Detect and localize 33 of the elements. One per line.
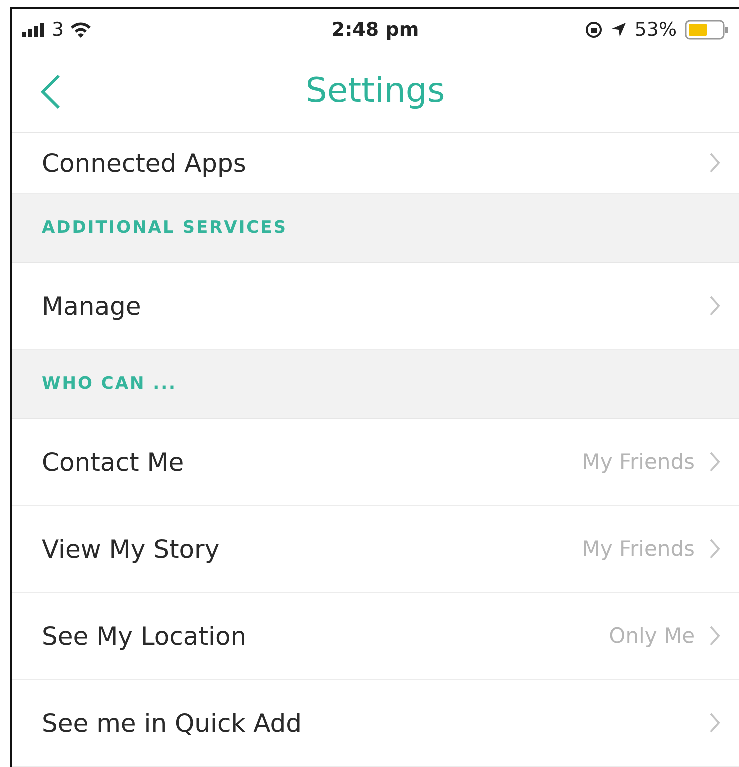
- settings-row[interactable]: See me in Quick Add: [12, 680, 739, 767]
- row-label: Contact Me: [42, 448, 186, 476]
- row-label: Manage: [42, 292, 142, 320]
- rotation-lock-icon: [584, 20, 603, 38]
- location-arrow-icon: [610, 22, 627, 38]
- carrier-name: 3: [52, 18, 64, 40]
- signal-icon: [22, 22, 46, 36]
- section-header-text: ADDITIONAL SERVICES: [42, 218, 288, 238]
- row-label: View My Story: [42, 534, 221, 564]
- status-time: 2:48 pm: [332, 18, 420, 40]
- row-label: Connected Apps: [42, 148, 248, 178]
- battery-icon: [685, 20, 729, 40]
- row-value: My Friends: [582, 450, 695, 474]
- row-label: See My Location: [42, 622, 248, 650]
- page-title: Settings: [306, 71, 446, 111]
- row-value: My Friends: [582, 537, 695, 561]
- settings-row[interactable]: See My Location Only Me: [12, 593, 739, 680]
- wifi-icon: [70, 22, 92, 38]
- row-label: See me in Quick Add: [42, 708, 304, 738]
- chevron-right-icon: [709, 295, 721, 317]
- settings-row[interactable]: Manage: [12, 263, 739, 350]
- back-chevron-icon: [40, 74, 62, 110]
- chevron-right-icon: [709, 451, 721, 473]
- chevron-right-icon: [709, 712, 721, 734]
- chevron-right-icon: [709, 625, 721, 647]
- chevron-right-icon: [709, 538, 721, 560]
- section-header-text: WHO CAN ...: [42, 374, 178, 394]
- row-value: Only Me: [609, 624, 695, 648]
- settings-row[interactable]: Connected Apps: [12, 133, 739, 194]
- settings-row[interactable]: Contact Me My Friends: [12, 419, 739, 506]
- chevron-right-icon: [709, 152, 721, 174]
- settings-row[interactable]: View My Story My Friends: [12, 506, 739, 593]
- battery-percentage: 53%: [634, 18, 677, 40]
